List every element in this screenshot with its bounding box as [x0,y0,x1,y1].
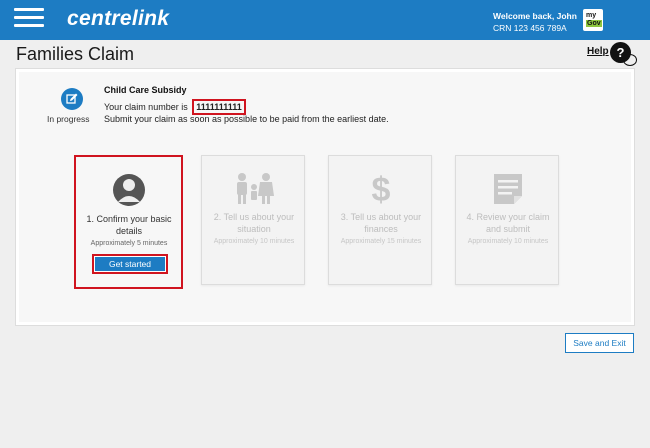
welcome-text: Welcome back, John [493,11,577,21]
step-card-1[interactable]: 1. Confirm your basic details Approximat… [74,155,183,289]
mygov-logo[interactable]: my Gov [583,9,603,31]
status-label: In progress [47,114,90,124]
menu-icon[interactable] [14,8,44,32]
step-card-3[interactable]: $ 3. Tell us about your finances Approxi… [328,155,432,285]
claim-number: 1111111111 [192,99,246,115]
family-icon [202,170,306,206]
person-icon [77,172,181,208]
user-welcome: Welcome back, John CRN 123 456 789A [493,10,577,34]
step-title: 1. Confirm your basic details [86,214,172,236]
step-title: 4. Review your claim and submit [466,212,550,234]
crn-text: CRN 123 456 789A [493,23,567,33]
step-title: 2. Tell us about your situation [213,212,295,234]
top-bar: centrelink Welcome back, John CRN 123 45… [0,0,650,40]
help-link[interactable]: Help [587,46,609,57]
step-duration: Approximately 5 minutes [90,240,168,247]
step-duration: Approximately 15 minutes [340,238,422,245]
centrelink-logo[interactable]: centrelink [67,7,169,31]
page-title: Families Claim [16,44,135,64]
get-started-button[interactable]: Get started [92,254,168,274]
step-card-1-inner: 1. Confirm your basic details Approximat… [77,158,180,286]
claim-number-line: Your claim number is 1111111111 [104,99,246,115]
claim-title: Child Care Subsidy [104,85,187,95]
save-and-exit-button[interactable]: Save and Exit [565,333,634,353]
mygov-logo-top: my [586,12,597,19]
submit-note: Submit your claim as soon as possible to… [104,114,389,124]
step-card-4[interactable]: 4. Review your claim and submit Approxim… [455,155,559,285]
claim-panel: In progress Child Care Subsidy Your clai… [16,69,634,325]
edit-icon [61,88,83,110]
step-card-2[interactable]: 2. Tell us about your situation Approxim… [201,155,305,285]
step-title: 3. Tell us about your finances [340,212,422,234]
document-icon [456,170,560,206]
claim-number-prefix: Your claim number is [104,102,188,112]
help-icon[interactable]: ? [610,42,637,66]
mygov-logo-bottom: Gov [586,20,602,27]
svg-text:$: $ [372,171,391,206]
step-duration: Approximately 10 minutes [213,238,295,245]
step-duration: Approximately 10 minutes [467,238,549,245]
dollar-icon: $ [329,170,433,209]
